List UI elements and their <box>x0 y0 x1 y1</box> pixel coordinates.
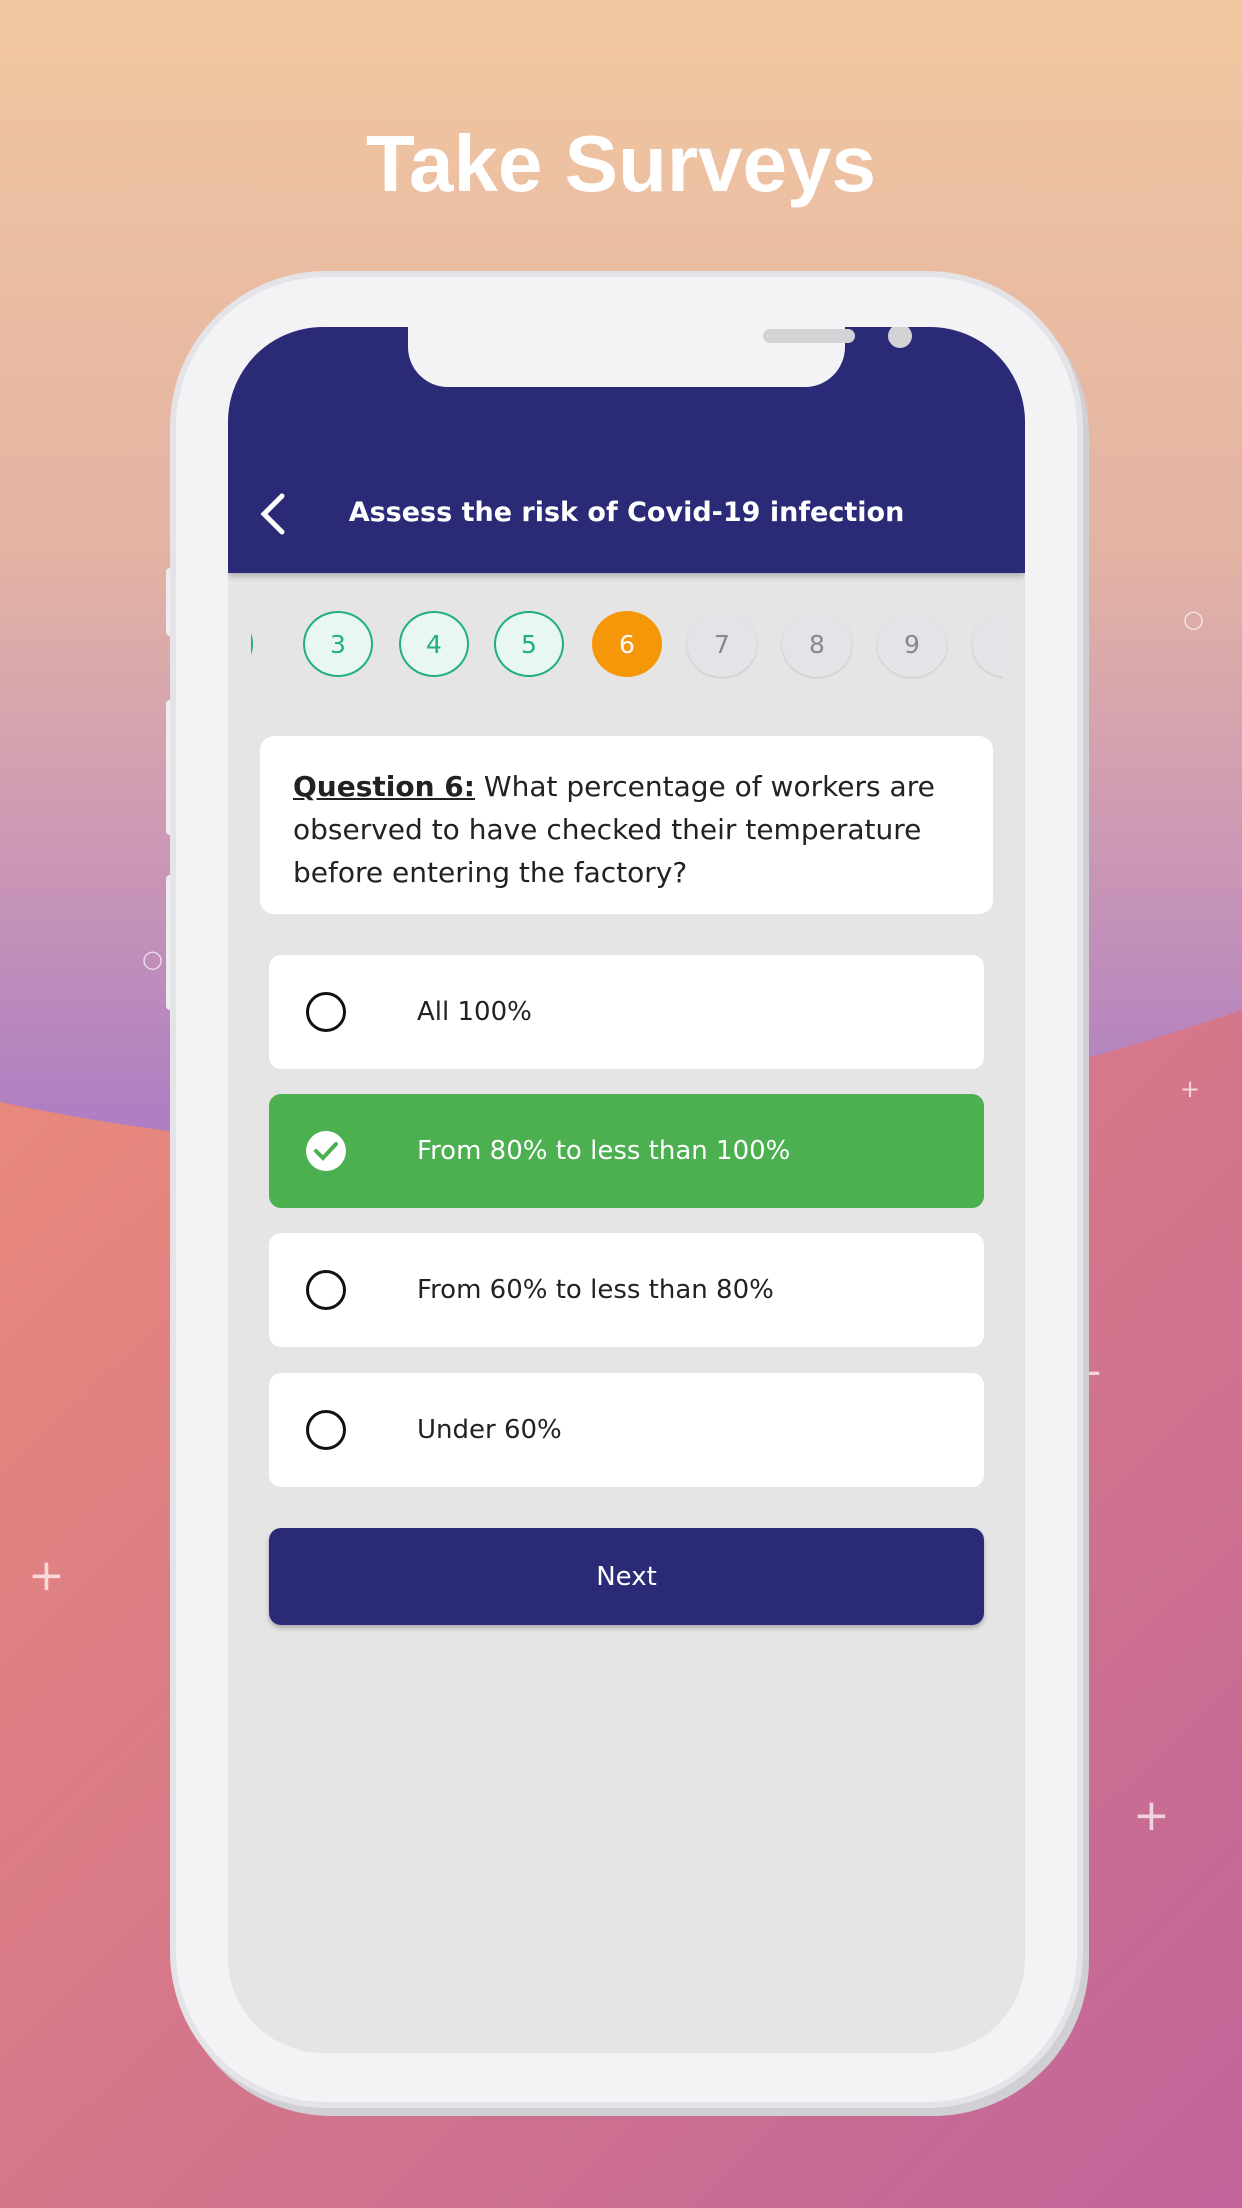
step-button[interactable]: 2 <box>251 611 253 677</box>
step-button[interactable]: 4 <box>399 611 469 677</box>
step-button[interactable]: 9 <box>877 611 947 677</box>
speaker <box>763 329 855 343</box>
option-label: From 60% to less than 80% <box>417 1275 774 1305</box>
step-button[interactable]: 5 <box>494 611 564 677</box>
question-card: Question 6: What percentage of workers a… <box>260 736 993 914</box>
app-header: Assess the risk of Covid-19 infection <box>228 327 1025 573</box>
answer-option[interactable]: Under 60% <box>269 1373 984 1487</box>
check-circle-icon[interactable] <box>306 1131 346 1171</box>
step-button[interactable]: 7 <box>687 611 757 677</box>
step-button[interactable]: 10 <box>972 611 1003 677</box>
radio-unchecked-icon[interactable] <box>306 1410 346 1450</box>
question-stepper[interactable]: 2 3 4 5 6 7 8 9 10 <box>251 611 1003 679</box>
phone-screen: Assess the risk of Covid-19 infection 2 … <box>228 327 1025 2053</box>
question-number: Question 6: <box>293 770 475 803</box>
next-button[interactable]: Next <box>269 1528 984 1625</box>
answer-option-selected[interactable]: From 80% to less than 100% <box>269 1094 984 1208</box>
step-button[interactable]: 8 <box>782 611 852 677</box>
plus-decoration: + <box>1133 1790 1170 1841</box>
step-button[interactable]: 3 <box>303 611 373 677</box>
circle-decoration: ○ <box>1183 605 1204 633</box>
radio-unchecked-icon[interactable] <box>306 1270 346 1310</box>
answer-option[interactable]: All 100% <box>269 955 984 1069</box>
option-label: From 80% to less than 100% <box>417 1136 791 1166</box>
phone-notch <box>408 327 912 387</box>
headline: Take Surveys <box>366 119 876 208</box>
plus-decoration: + <box>1180 1075 1201 1103</box>
option-label: All 100% <box>417 997 532 1027</box>
circle-decoration: ○ <box>142 945 163 973</box>
page-title: Assess the risk of Covid-19 infection <box>348 497 905 528</box>
option-label: Under 60% <box>417 1415 562 1445</box>
radio-unchecked-icon[interactable] <box>306 992 346 1032</box>
plus-decoration: + <box>28 1550 65 1601</box>
answer-option[interactable]: From 60% to less than 80% <box>269 1233 984 1347</box>
camera <box>888 327 912 348</box>
step-button-current[interactable]: 6 <box>592 611 662 677</box>
